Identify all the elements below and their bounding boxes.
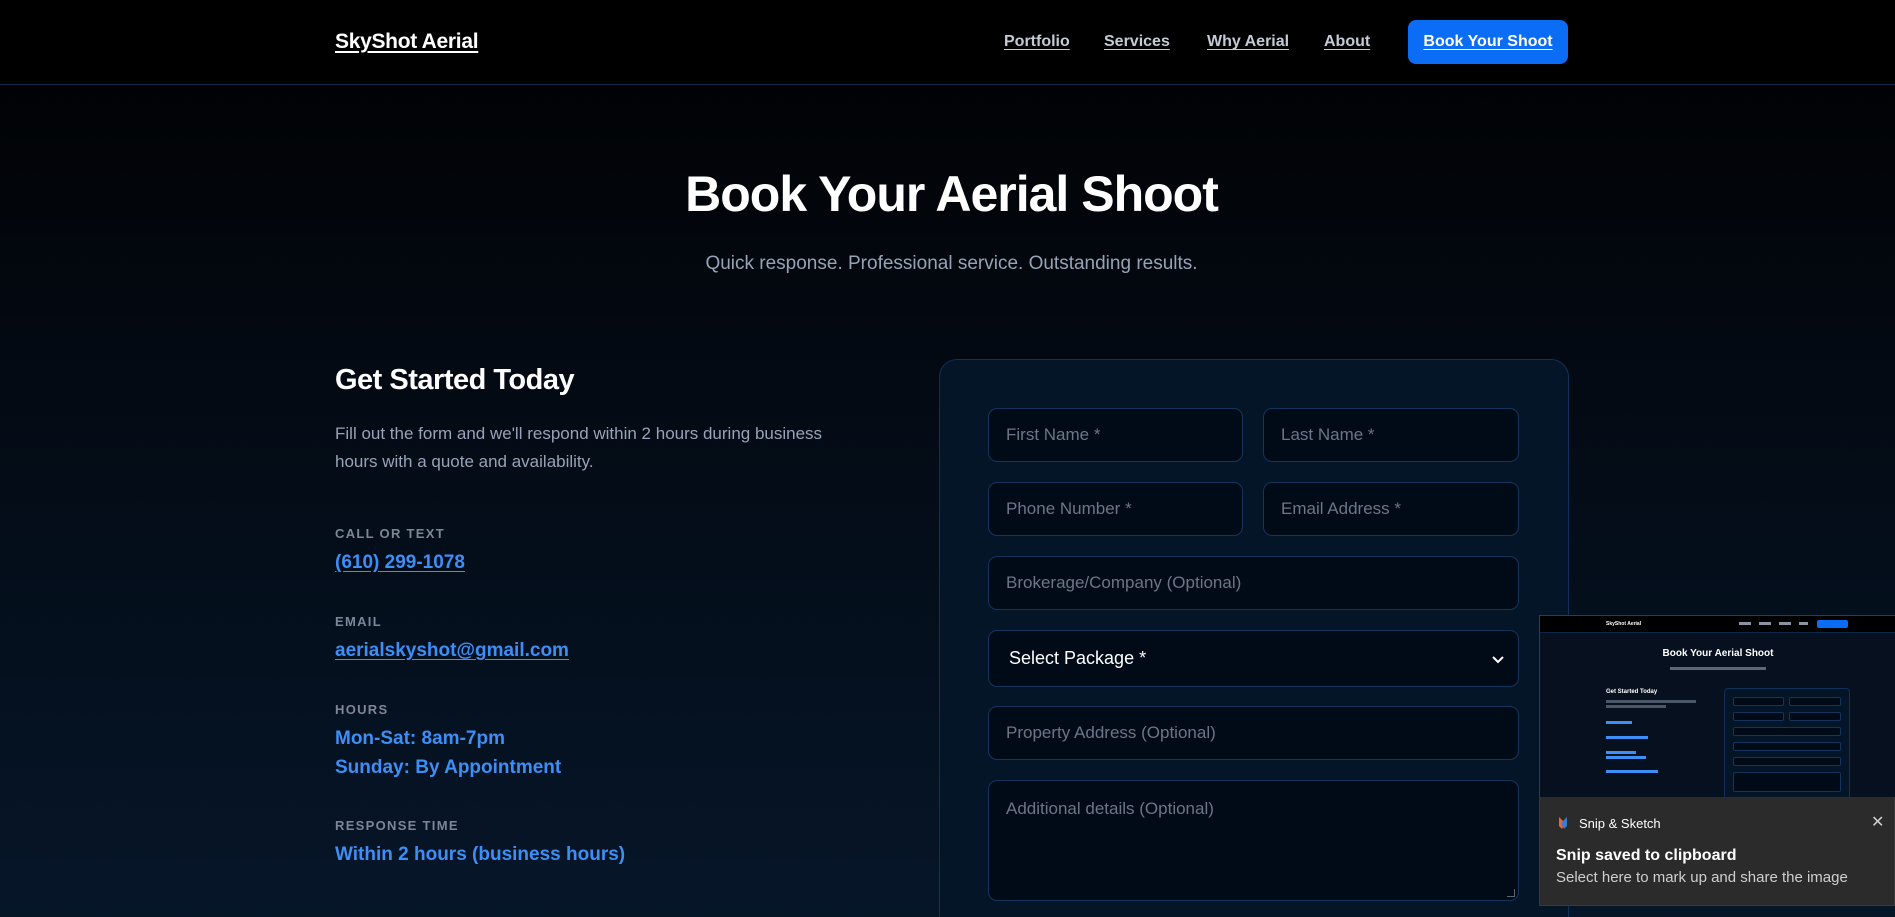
thumbnail-link <box>1606 770 1658 773</box>
nav-services[interactable]: Services <box>1104 33 1170 51</box>
site-header: SkyShot Aerial Portfolio Services Why Ae… <box>0 0 1895 85</box>
close-icon[interactable]: ✕ <box>1871 812 1884 832</box>
screenshot-thumbnail[interactable]: SkyShot Aerial Book Your Aerial Shoot Ge… <box>1540 616 1895 797</box>
thumbnail-field <box>1733 772 1841 792</box>
thumbnail-field <box>1789 712 1841 721</box>
thumbnail-line <box>1606 700 1696 703</box>
email-label: EMAIL <box>335 614 382 629</box>
thumbnail-field <box>1733 697 1784 706</box>
thumbnail-subtitle <box>1670 667 1766 670</box>
thumbnail-field <box>1789 697 1841 706</box>
response-time-value: Within 2 hours (business hours) <box>335 844 626 865</box>
first-name-input[interactable]: First Name * <box>988 408 1243 462</box>
response-time-label: RESPONSE TIME <box>335 818 459 833</box>
thumbnail-nav-item <box>1799 622 1808 625</box>
phone-number-input[interactable]: Phone Number * <box>988 482 1243 536</box>
page-title: Book Your Aerial Shoot <box>685 166 1219 222</box>
thumbnail-nav-item <box>1739 622 1751 625</box>
contact-section-title: Get Started Today <box>335 364 575 396</box>
thumbnail-left-title: Get Started Today <box>1606 689 1658 695</box>
thumbnail-field <box>1733 757 1841 766</box>
snip-sketch-app-icon <box>1556 816 1570 830</box>
call-label: CALL OR TEXT <box>335 526 445 541</box>
thumbnail-field <box>1733 742 1841 751</box>
thumbnail-link <box>1606 751 1636 754</box>
toast-message: Select here to mark up and share the ima… <box>1556 869 1848 886</box>
thumbnail-link <box>1606 756 1646 759</box>
thumbnail-cta <box>1817 620 1848 628</box>
book-your-shoot-button[interactable]: Book Your Shoot <box>1408 20 1568 64</box>
resize-handle-icon[interactable] <box>1507 889 1515 897</box>
thumbnail-link <box>1606 736 1648 739</box>
phone-link[interactable]: (610) 299-1078 <box>335 552 465 574</box>
chevron-down-icon <box>1492 651 1504 667</box>
email-address-input[interactable]: Email Address * <box>1263 482 1519 536</box>
toast-title: Snip saved to clipboard <box>1556 847 1737 864</box>
thumbnail-brand: SkyShot Aerial <box>1606 621 1642 627</box>
nav-why-aerial[interactable]: Why Aerial <box>1207 33 1289 51</box>
hours-weekday: Mon-Sat: 8am-7pm <box>335 728 505 749</box>
brand-logo-link[interactable]: SkyShot Aerial <box>335 30 479 54</box>
thumbnail-nav-item <box>1759 622 1771 625</box>
hours-label: HOURS <box>335 702 389 717</box>
package-select[interactable]: Select Package * <box>988 630 1519 687</box>
hours-sunday: Sunday: By Appointment <box>335 757 562 778</box>
last-name-input[interactable]: Last Name * <box>1263 408 1519 462</box>
thumbnail-nav-item <box>1779 622 1791 625</box>
details-placeholder: Additional details (Optional) <box>1006 799 1214 818</box>
thumbnail-form-card <box>1724 688 1850 797</box>
thumbnail-title: Book Your Aerial Shoot <box>1662 648 1774 659</box>
company-input[interactable]: Brokerage/Company (Optional) <box>988 556 1519 610</box>
contact-description: Fill out the form and we'll respond with… <box>335 424 823 471</box>
details-textarea[interactable]: Additional details (Optional) <box>988 780 1519 901</box>
property-address-input[interactable]: Property Address (Optional) <box>988 706 1519 760</box>
thumbnail-link <box>1606 721 1632 724</box>
nav-portfolio[interactable]: Portfolio <box>1004 33 1070 51</box>
thumbnail-line <box>1606 705 1666 708</box>
thumbnail-field <box>1733 712 1784 721</box>
page-subtitle: Quick response. Professional service. Ou… <box>705 253 1198 274</box>
nav-about[interactable]: About <box>1324 33 1370 51</box>
toast-app-name: Snip & Sketch <box>1579 816 1661 831</box>
snip-notification-toast[interactable]: SkyShot Aerial Book Your Aerial Shoot Ge… <box>1539 615 1895 906</box>
package-select-value: Select Package * <box>1009 648 1147 668</box>
email-link[interactable]: aerialskyshot@gmail.com <box>335 640 569 662</box>
thumbnail-field <box>1733 727 1841 736</box>
